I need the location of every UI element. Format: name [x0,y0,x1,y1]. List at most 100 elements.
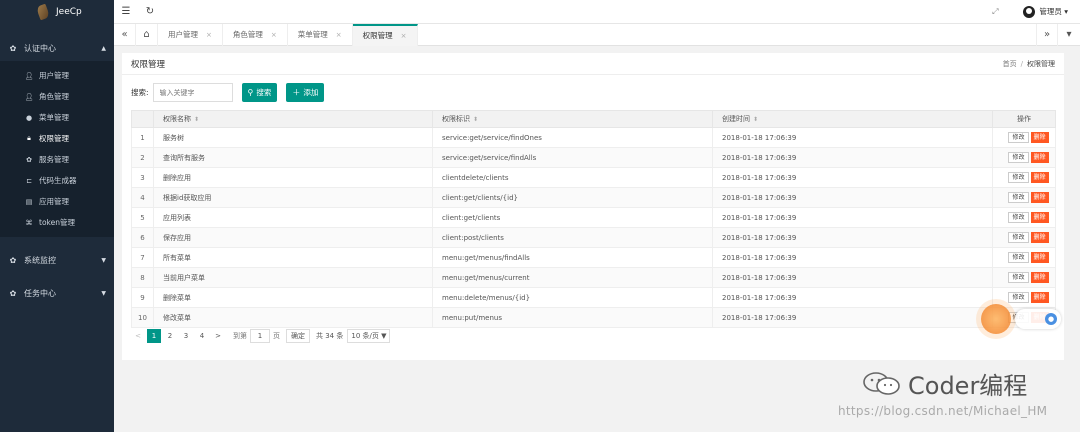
chat-icon[interactable]: ● [1045,313,1057,325]
sort-icon[interactable]: ⬍ [194,116,199,123]
header-perm[interactable]: 权限标识 ⬍ [432,110,713,128]
table-row: 1 服务树 service:get/service/findOnes 2018-01-… [131,127,1056,148]
edit-button[interactable]: 修改 [1008,212,1029,223]
page-1-button[interactable]: 1 [147,329,161,343]
close-icon[interactable]: × [336,31,342,39]
page-2-button[interactable]: 2 [163,329,177,343]
sidebar-item-roles[interactable]: 👤︎ 角色管理 [0,86,114,107]
search-input[interactable] [152,83,233,102]
home-icon[interactable]: ⌂ [136,23,158,46]
cell-name: 应用列表 [153,207,433,228]
sidebar-group-monitor[interactable]: ✿ 系统监控 ▼ [0,247,114,273]
circle-icon: ● [25,113,33,122]
breadcrumb-home[interactable]: 首页 [1003,60,1017,68]
delete-button[interactable]: 删除 [1030,292,1049,303]
header-label: 创建时间 [722,115,750,123]
sidebar-item-menus[interactable]: ● 菜单管理 [0,107,114,128]
sidebar-group-auth[interactable]: ✿ 认证中心 ▲ [0,35,114,61]
tab-roles[interactable]: 角色管理 × [223,23,288,46]
delete-button[interactable]: 删除 [1030,172,1049,183]
row-actions: 修改删除 [1002,212,1055,223]
header-name[interactable]: 权限名称 ⬍ [153,110,433,128]
edit-button[interactable]: 修改 [1008,232,1029,243]
floating-action-button[interactable] [981,304,1011,334]
cell-created: 2018-01-18 17:06:39 [712,127,993,148]
next-page-button[interactable]: > [211,329,225,343]
tabs-next-icon[interactable]: » [1036,23,1058,46]
tab-menus[interactable]: 菜单管理 × [288,23,353,46]
chevron-down-icon[interactable]: ▾ [1058,24,1080,46]
cell-perm: client:post/clients [432,227,713,248]
tab-users[interactable]: 用户管理 × [158,23,223,46]
delete-button[interactable]: 删除 [1030,132,1049,143]
edit-button[interactable]: 修改 [1008,272,1029,283]
tab-label: 菜单管理 [297,30,328,39]
sort-icon[interactable]: ⬍ [473,116,478,123]
tab-permissions[interactable]: 权限管理 × [352,23,418,46]
cell-name: 保存应用 [153,227,433,248]
delete-button[interactable]: 删除 [1030,152,1049,163]
cell-perm: menu:get/menus/current [432,267,713,288]
brand[interactable]: JeeCp [0,0,114,24]
gear-icon: ✿ [9,288,17,298]
tabs-prev-icon[interactable]: « [114,23,136,46]
close-icon[interactable]: × [206,31,212,39]
fullscreen-icon[interactable]: ⤢ [983,7,1007,17]
sidebar-group-tasks[interactable]: ✿ 任务中心 ▼ [0,280,114,306]
delete-button[interactable]: 删除 [1030,192,1049,203]
page-3-button[interactable]: 3 [179,329,193,343]
delete-button[interactable]: 删除 [1030,252,1049,263]
prev-page-button[interactable]: < [131,329,145,343]
edit-button[interactable]: 修改 [1008,192,1029,203]
content-card: 权限管理 首页/权限管理 搜索: ⚲ 搜索 ＋ 添加 权限名称⬍ 权限标识⬍ 创… [122,53,1064,360]
doc-icon: ▤ [25,197,33,206]
edit-button[interactable]: 修改 [1008,152,1029,163]
cell-created: 2018-01-18 17:06:39 [712,307,993,328]
edit-button[interactable]: 修改 [1008,172,1029,183]
goto-label: 到第 [233,332,247,340]
sort-icon[interactable]: ⬍ [753,116,758,123]
sidebar-item-permissions[interactable]: 🔒︎ 权限管理 [0,128,114,149]
page-unit-label: 页 [273,332,280,340]
edit-button[interactable]: 修改 [1008,132,1029,143]
row-actions: 修改删除 [1002,132,1055,143]
menu-icon[interactable]: ☰ [114,6,138,17]
page-size-select[interactable]: 10 条/页 ▼ [347,329,391,343]
confirm-button[interactable]: 确定 [286,329,310,343]
row-index: 7 [131,247,154,268]
sidebar-item-label: 角色管理 [39,92,69,101]
search-button[interactable]: ⚲ 搜索 [241,83,278,102]
sidebar-item-label: 权限管理 [39,134,69,143]
delete-button[interactable]: 删除 [1030,272,1049,283]
sidebar-item-apps[interactable]: ▤ 应用管理 [0,191,114,212]
page-4-button[interactable]: 4 [195,329,209,343]
goto-page-input[interactable]: 1 [250,329,270,343]
caret-up-icon: ▲ [101,44,106,52]
close-icon[interactable]: × [401,32,407,40]
edit-button[interactable]: 修改 [1008,292,1029,303]
sidebar-item-services[interactable]: ✿ 服务管理 [0,149,114,170]
gear-icon: ✿ [26,155,32,164]
delete-button[interactable]: 删除 [1030,212,1049,223]
close-icon[interactable]: × [271,31,277,39]
cell-ops: 修改删除 [992,267,1056,288]
cell-ops: 修改删除 [992,207,1056,228]
user-menu[interactable]: 管理员 ▾ [1039,6,1068,17]
delete-button[interactable]: 删除 [1030,232,1049,243]
refresh-icon[interactable]: ↻ [138,6,162,17]
cell-name: 修改菜单 [153,307,433,328]
table-row: 9 删除菜单 menu:delete/menus/{id} 2018-01-18 17… [131,287,1056,308]
header-created[interactable]: 创建时间 ⬍ [712,110,993,128]
edit-button[interactable]: 修改 [1008,252,1029,263]
sidebar-item-codegen[interactable]: ⊏ 代码生成器 [0,170,114,191]
avatar[interactable] [1023,5,1036,18]
card-header: 权限管理 首页 / 权限管理 [122,53,1064,75]
sidebar-item-users[interactable]: 👤︎ 用户管理 [0,65,114,86]
sidebar-group-label: 认证中心 [24,43,56,53]
floating-toolbar[interactable]: ● [1015,309,1061,329]
sidebar-item-tokens[interactable]: ⌘ token管理 [0,212,114,233]
row-index: 9 [131,287,154,308]
add-button[interactable]: ＋ 添加 [286,83,325,102]
page-title: 权限管理 [131,59,166,70]
cell-name: 服务树 [153,127,433,148]
